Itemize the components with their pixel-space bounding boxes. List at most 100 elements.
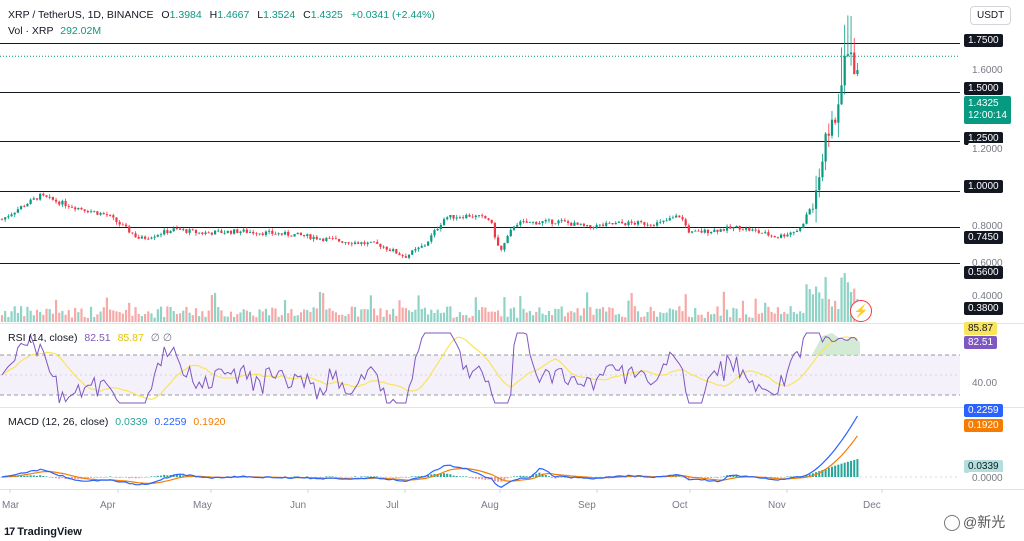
candle — [105, 214, 109, 216]
macd-hist-bar — [474, 477, 477, 479]
volume-bar — [64, 314, 67, 322]
candle — [74, 207, 77, 210]
candle — [792, 231, 795, 233]
macd-hist-bar — [408, 477, 411, 478]
candle — [621, 221, 624, 224]
volume-bar — [328, 308, 331, 322]
candle — [490, 219, 493, 223]
volume-bar — [694, 308, 697, 322]
candle — [633, 222, 636, 225]
volume-bar — [325, 309, 328, 322]
candle — [309, 234, 312, 240]
candle — [89, 211, 93, 213]
volume-bar — [455, 316, 458, 322]
volume-bar — [780, 314, 783, 322]
volume-bar — [830, 306, 834, 322]
macd-hist-bar — [35, 475, 38, 477]
price-chart[interactable] — [0, 0, 1024, 541]
volume-bar — [83, 316, 86, 322]
candle — [96, 211, 99, 215]
candle — [379, 243, 382, 247]
candle — [283, 231, 287, 235]
volume-bar — [29, 310, 32, 322]
volume-bar — [112, 310, 115, 322]
volume-bar — [554, 308, 557, 322]
lightning-icon[interactable]: ⚡ — [850, 300, 872, 322]
candle — [780, 234, 783, 238]
volume-bar — [745, 314, 748, 322]
macd-label[interactable]: MACD (12, 26, close) — [8, 416, 108, 428]
volume-bar — [407, 310, 411, 322]
volume-bar — [598, 308, 601, 322]
macd-hist-bar — [363, 476, 366, 477]
volume-bar — [538, 307, 541, 322]
candle — [646, 224, 649, 226]
candle — [150, 237, 153, 239]
volume-bar — [821, 298, 824, 322]
candle — [220, 230, 223, 233]
candle — [560, 220, 563, 222]
volume-bar — [827, 299, 830, 322]
candle — [23, 206, 26, 207]
volume-bar — [188, 312, 191, 322]
candle — [0, 219, 4, 221]
candle — [341, 241, 344, 243]
candle — [773, 235, 776, 238]
candle — [439, 225, 442, 230]
candle — [808, 209, 811, 215]
volume-bar — [268, 315, 271, 322]
volume-bar — [153, 317, 156, 322]
volume-bar — [102, 307, 105, 322]
volume-bar — [627, 300, 630, 322]
volume-bar — [789, 306, 792, 322]
volume-bar — [105, 297, 109, 322]
candle — [827, 133, 830, 136]
candle — [226, 230, 229, 233]
rsi-label[interactable]: RSI (14, close) — [8, 332, 77, 344]
candle — [684, 219, 687, 226]
candle — [535, 221, 538, 225]
candle — [172, 228, 175, 232]
volume-bar — [315, 308, 318, 322]
volume-bar — [191, 315, 194, 322]
volume-bar — [277, 316, 280, 322]
volume-bar — [156, 309, 159, 322]
macd-hist-bar — [163, 474, 166, 477]
volume-bar — [4, 310, 7, 322]
candle — [805, 214, 808, 224]
candle — [58, 201, 61, 205]
macd-hist-bar — [404, 477, 407, 478]
volume-bar — [392, 308, 395, 322]
candle — [331, 238, 334, 239]
volume-bar — [496, 310, 500, 322]
volume-bar — [210, 294, 213, 322]
candle — [576, 222, 579, 225]
volume-bar — [67, 310, 70, 322]
candle — [732, 227, 735, 229]
candle — [287, 231, 290, 236]
volume-bar — [388, 314, 392, 322]
macd-hist-bar — [547, 476, 550, 477]
candle — [471, 216, 474, 218]
volume-bar — [150, 313, 153, 322]
candle — [458, 217, 462, 219]
macd-hist-bar — [789, 476, 792, 477]
volume-bar — [621, 316, 624, 322]
candle — [729, 226, 732, 229]
candle — [382, 246, 385, 248]
volume-bar — [159, 306, 163, 322]
candle — [636, 221, 640, 225]
macd-hist-bar — [401, 477, 404, 478]
volume-bar — [767, 306, 770, 322]
weibo-icon — [944, 515, 960, 532]
candle — [716, 229, 719, 232]
volume-bar — [770, 311, 773, 322]
candle — [649, 224, 652, 226]
volume-bar — [614, 314, 617, 322]
tradingview-logo[interactable]: 17 TradingView — [4, 526, 82, 538]
volume-bar — [172, 310, 175, 322]
candle — [595, 225, 598, 229]
volume-bar — [42, 314, 45, 322]
candle — [315, 236, 318, 240]
candle — [328, 237, 331, 239]
